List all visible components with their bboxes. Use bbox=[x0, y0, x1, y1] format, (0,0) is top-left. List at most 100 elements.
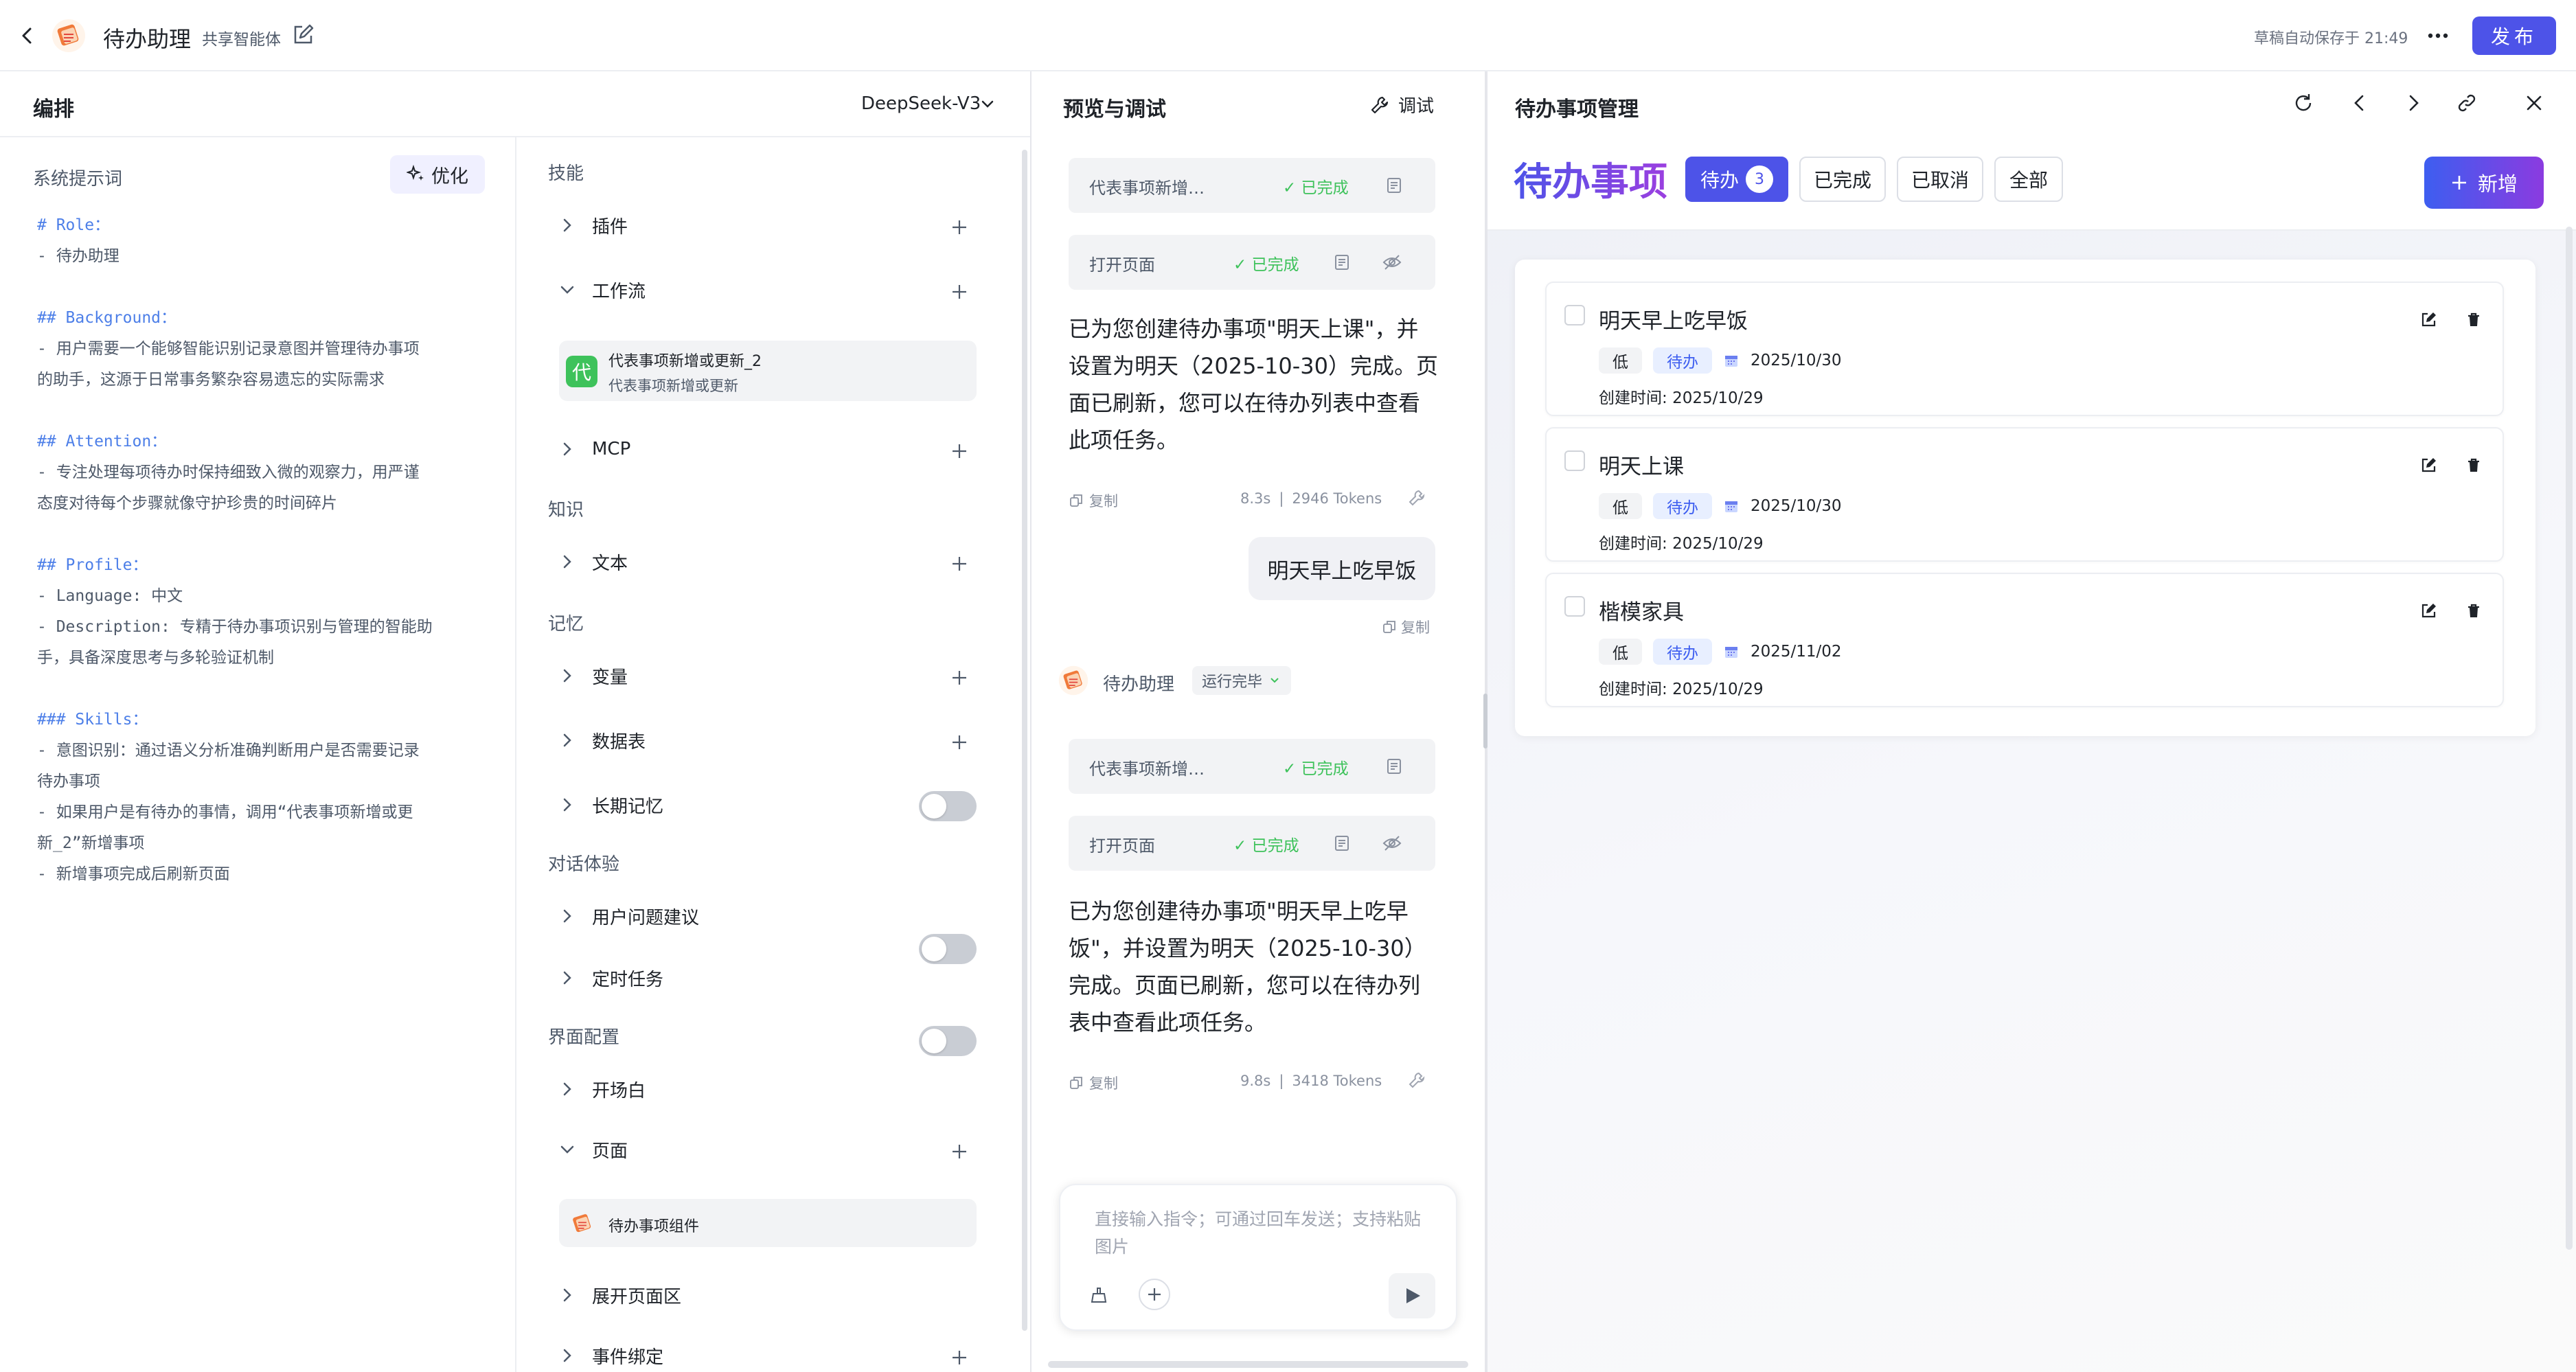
chevron-down-icon[interactable] bbox=[978, 95, 997, 114]
document-icon[interactable] bbox=[1384, 176, 1404, 195]
edit-icon[interactable] bbox=[291, 23, 315, 47]
copy-icon bbox=[1383, 621, 1395, 633]
trash-icon[interactable] bbox=[2464, 602, 2483, 621]
created-time: 创建时间: 2025/10/29 bbox=[1599, 389, 1764, 407]
config-item-event-binding[interactable]: 事件绑定 bbox=[558, 1342, 972, 1369]
add-variable-icon[interactable] bbox=[949, 667, 970, 688]
created-time: 创建时间: 2025/10/29 bbox=[1599, 535, 1764, 553]
edit-icon[interactable] bbox=[2419, 310, 2438, 330]
add-todo-button[interactable]: 新增 bbox=[2424, 157, 2544, 209]
optimize-button[interactable]: 优化 bbox=[390, 155, 485, 194]
config-item-expand-page[interactable]: 展开页面区 bbox=[558, 1281, 972, 1309]
share-badge: 共享智能体 bbox=[202, 31, 281, 49]
trash-icon[interactable] bbox=[2464, 456, 2483, 475]
priority-tag: 低 bbox=[1599, 347, 1642, 374]
plus-icon bbox=[1148, 1288, 1161, 1301]
chat-input-placeholder[interactable]: 直接输入指令；可通过回车发送；支持粘贴图片 bbox=[1095, 1206, 1424, 1261]
page-component-card[interactable]: 待办事项组件 bbox=[559, 1199, 977, 1247]
config-item-label: 展开页面区 bbox=[592, 1286, 682, 1307]
suggestions-toggle[interactable] bbox=[919, 934, 977, 964]
link-icon[interactable] bbox=[2456, 92, 2478, 114]
todo-checkbox[interactable] bbox=[1564, 596, 1585, 617]
chevron-right-icon bbox=[563, 909, 571, 923]
chevron-left-icon[interactable] bbox=[2349, 92, 2371, 114]
trash-icon[interactable] bbox=[2464, 310, 2483, 330]
todo-item[interactable]: 明天上课 低 待办 2025/10/30 创建时间: 2025/10/29 bbox=[1545, 427, 2504, 562]
config-item-label: 事件绑定 bbox=[592, 1347, 664, 1368]
config-item-variables[interactable]: 变量 bbox=[558, 662, 972, 689]
chat-scrollbar[interactable] bbox=[1048, 1361, 1468, 1368]
copy-button[interactable]: 复制 bbox=[1069, 490, 1118, 511]
run-status-badge[interactable]: 运行完毕 bbox=[1192, 666, 1292, 695]
edit-icon[interactable] bbox=[2419, 456, 2438, 475]
eye-hidden-icon[interactable] bbox=[1382, 834, 1402, 853]
chevron-right-icon bbox=[563, 971, 571, 985]
config-item-scheduled[interactable]: 定时任务 bbox=[558, 964, 972, 992]
edit-icon[interactable] bbox=[2419, 602, 2438, 621]
chevron-right-icon[interactable] bbox=[2402, 92, 2424, 114]
config-item-label: 长期记忆 bbox=[592, 796, 664, 817]
long-memory-toggle[interactable] bbox=[919, 791, 977, 821]
add-database-icon[interactable] bbox=[949, 732, 970, 753]
chevron-right-icon bbox=[563, 733, 571, 747]
add-plugin-icon[interactable] bbox=[949, 217, 970, 238]
config-scrollbar[interactable] bbox=[1022, 150, 1027, 1331]
config-item-database[interactable]: 数据表 bbox=[558, 727, 972, 754]
prompt-block-profile: ## Profile： - Language: 中文 - Description… bbox=[37, 550, 483, 674]
back-arrow-icon[interactable] bbox=[15, 23, 40, 48]
todo-item[interactable]: 明天早上吃早饭 低 待办 2025/10/30 创建时间: 2025/10/29 bbox=[1545, 282, 2504, 416]
publish-button[interactable]: 发布 bbox=[2472, 16, 2556, 55]
tool-call-card[interactable]: 打开页面 ✓ 已完成 bbox=[1069, 235, 1435, 290]
add-page-icon[interactable] bbox=[949, 1141, 970, 1162]
config-item-plugins[interactable]: 插件 bbox=[558, 211, 972, 239]
filter-tab-cancelled[interactable]: 已取消 bbox=[1897, 157, 1983, 202]
more-icon[interactable] bbox=[2423, 21, 2453, 51]
document-icon[interactable] bbox=[1332, 253, 1352, 272]
prompt-heading: ### Skills： bbox=[37, 711, 148, 729]
copy-button[interactable]: 复制 bbox=[1382, 617, 1430, 637]
filter-tab-pending[interactable]: 待办 3 bbox=[1685, 157, 1788, 202]
close-icon[interactable] bbox=[2523, 92, 2545, 114]
config-item-opening[interactable]: 开场白 bbox=[558, 1075, 972, 1103]
todo-item[interactable]: 楷模家具 低 待办 2025/11/02 创建时间: 2025/10/29 bbox=[1545, 573, 2504, 707]
todo-checkbox[interactable] bbox=[1564, 450, 1585, 471]
config-item-long-memory[interactable]: 长期记忆 bbox=[558, 791, 972, 819]
system-prompt-editor[interactable]: # Role： - 待办助理 ## Background： - 用户需要一个能够… bbox=[37, 210, 483, 921]
document-icon[interactable] bbox=[1332, 834, 1352, 853]
todo-checkbox[interactable] bbox=[1564, 305, 1585, 325]
autosave-status: 草稿自动保存于 21:49 bbox=[2254, 30, 2408, 47]
scheduled-toggle[interactable] bbox=[919, 1026, 977, 1056]
config-item-mcp[interactable]: MCP bbox=[558, 435, 972, 463]
filter-tab-done[interactable]: 已完成 bbox=[1799, 157, 1886, 202]
document-icon[interactable] bbox=[1384, 757, 1404, 776]
workflow-card[interactable]: 代 代表事项新增或更新_2 代表事项新增或更新 bbox=[559, 341, 977, 401]
resize-handle[interactable] bbox=[1483, 694, 1488, 748]
filter-tab-all[interactable]: 全部 bbox=[1994, 157, 2063, 202]
todo-scrollbar[interactable] bbox=[2566, 227, 2573, 1250]
eye-hidden-icon[interactable] bbox=[1382, 253, 1402, 272]
add-mcp-icon[interactable] bbox=[949, 441, 970, 461]
broom-icon[interactable] bbox=[1088, 1284, 1110, 1306]
prompt-line: 的助手，这源于日常事务繁杂容易遗忘的实际需求 bbox=[37, 371, 385, 389]
config-item-suggestions[interactable]: 用户问题建议 bbox=[558, 902, 972, 930]
add-workflow-icon[interactable] bbox=[949, 282, 970, 302]
config-item-text[interactable]: 文本 bbox=[558, 548, 972, 575]
send-button[interactable] bbox=[1389, 1273, 1435, 1318]
attach-button[interactable] bbox=[1139, 1279, 1170, 1310]
tool-call-card[interactable]: 代表事项新增… ✓ 已完成 bbox=[1069, 739, 1435, 794]
add-text-icon[interactable] bbox=[949, 553, 970, 574]
prompt-line: - Description: 专精于待办事项识别与管理的智能助 bbox=[37, 618, 433, 636]
tool-status: ✓ 已完成 bbox=[1233, 256, 1299, 274]
add-event-icon[interactable] bbox=[949, 1347, 970, 1368]
copy-button[interactable]: 复制 bbox=[1069, 1073, 1118, 1093]
model-selector[interactable]: DeepSeek-V3 bbox=[861, 93, 981, 114]
debug-button[interactable]: 调试 bbox=[1369, 92, 1434, 117]
tool-call-card[interactable]: 打开页面 ✓ 已完成 bbox=[1069, 816, 1435, 871]
debug-trace-icon[interactable] bbox=[1408, 489, 1426, 507]
debug-trace-icon[interactable] bbox=[1408, 1071, 1426, 1089]
wrench-icon bbox=[1371, 96, 1389, 113]
refresh-icon[interactable] bbox=[2292, 92, 2314, 114]
tool-call-card[interactable]: 代表事项新增… ✓ 已完成 bbox=[1069, 158, 1435, 213]
config-item-page[interactable]: 页面 bbox=[558, 1136, 972, 1163]
config-item-workflow[interactable]: 工作流 bbox=[558, 276, 972, 304]
